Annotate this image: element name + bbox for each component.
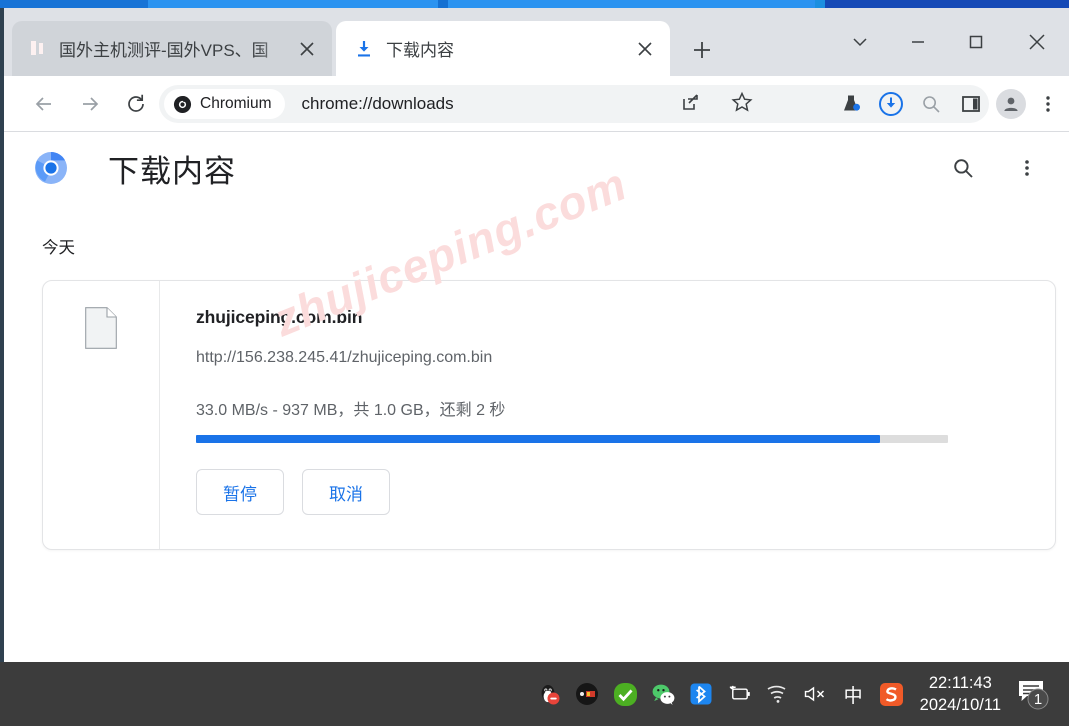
download-status-text: 33.0 MB/s - 937 MB，共 1.0 GB，还剩 2 秒 [196,402,506,419]
progress-bar-fill [196,435,881,443]
close-window-button[interactable] [1005,19,1069,65]
tab-search-button[interactable] [831,19,889,65]
sogou-input-icon[interactable] [879,682,904,707]
search-icon[interactable] [943,148,983,188]
window-controls [831,8,1069,76]
screen: 国外主机测评-国外VPS、国 下载内容 Chromium chrome://do… [0,0,1069,726]
toolbar-action-icons [831,76,1065,132]
download-item-body: zhujiceping.com.bin http://156.238.245.4… [160,281,1055,549]
reload-button[interactable] [118,86,154,122]
file-url: http://156.238.245.41/zhujiceping.com.bi… [196,349,493,366]
dark-app-icon[interactable] [575,682,600,707]
cancel-button[interactable]: 取消 [302,469,390,515]
close-icon[interactable] [630,34,660,64]
chromium-mono-icon [173,95,192,113]
tab-title: 下载内容 [386,41,454,60]
url-text: chrome://downloads [301,94,454,113]
file-name: zhujiceping.com.bin [196,307,363,327]
progress-bar-track [196,435,948,443]
chromium-logo-icon [34,151,68,185]
tab-site[interactable]: 国外主机测评-国外VPS、国 [12,21,332,76]
downloads-page: 下载内容 今天 zhujiceping.com.bin http://156.2… [4,132,1069,661]
minimize-button[interactable] [889,19,947,65]
experiments-flask-icon[interactable] [831,84,871,124]
taskbar: 中 22:11:43 2024/10/11 1 [0,662,1069,726]
avatar [996,89,1026,119]
maximize-button[interactable] [947,19,1005,65]
brand-chip[interactable]: Chromium [164,89,286,119]
tab-downloads[interactable]: 下载内容 [336,21,670,76]
downloads-header: 下载内容 [4,132,1069,204]
download-icon [354,39,374,59]
three-dot-menu-icon[interactable] [1007,148,1047,188]
search-icon[interactable] [911,84,951,124]
three-dot-menu-icon[interactable] [1031,84,1065,124]
qq-penguin-icon[interactable] [537,682,562,707]
side-panel-icon[interactable] [951,84,991,124]
close-icon[interactable] [292,34,322,64]
notification-center-button[interactable]: 1 [1013,674,1053,714]
brand-chip-label: Chromium [200,95,272,112]
date-group-label: 今天 [42,239,75,257]
wifi-icon[interactable] [765,682,790,707]
notification-badge-count: 1 [1033,690,1043,708]
system-tray: 中 [537,682,904,707]
tab-title: 国外主机测评-国外VPS、国 [59,41,269,60]
bookmark-star-icon[interactable] [730,91,753,118]
desktop-background-strip [0,0,1069,8]
ime-chinese-icon[interactable]: 中 [841,682,866,707]
tab-strip: 国外主机测评-国外VPS、国 下载内容 [4,8,1069,76]
clock-time: 22:11:43 [928,673,992,692]
clock-date: 2024/10/11 [919,696,1001,714]
profile-avatar-icon[interactable] [991,84,1031,124]
bluetooth-icon[interactable] [689,682,714,707]
green-check-icon[interactable] [613,682,638,707]
forward-button[interactable] [72,86,108,122]
page-title: 下载内容 [108,153,236,189]
taskbar-clock[interactable]: 22:11:43 2024/10/11 [920,672,1001,717]
new-tab-button[interactable] [686,34,718,66]
site-favicon-icon [28,39,47,58]
share-bookmark-group [664,85,768,123]
file-icon-column [43,281,160,549]
pause-button[interactable]: 暂停 [196,469,284,515]
generic-file-icon [85,307,117,349]
downloads-icon[interactable] [871,84,911,124]
volume-muted-icon[interactable] [803,682,828,707]
download-item-actions: 暂停 取消 [196,469,390,515]
download-item-card[interactable]: zhujiceping.com.bin http://156.238.245.4… [42,280,1056,550]
wechat-icon[interactable] [651,682,676,707]
share-icon[interactable] [680,92,700,117]
battery-charging-icon[interactable] [727,682,752,707]
back-button[interactable] [26,86,62,122]
browser-window: 国外主机测评-国外VPS、国 下载内容 Chromium chrome://do… [4,8,1069,662]
browser-toolbar: Chromium chrome://downloads [4,76,1069,132]
